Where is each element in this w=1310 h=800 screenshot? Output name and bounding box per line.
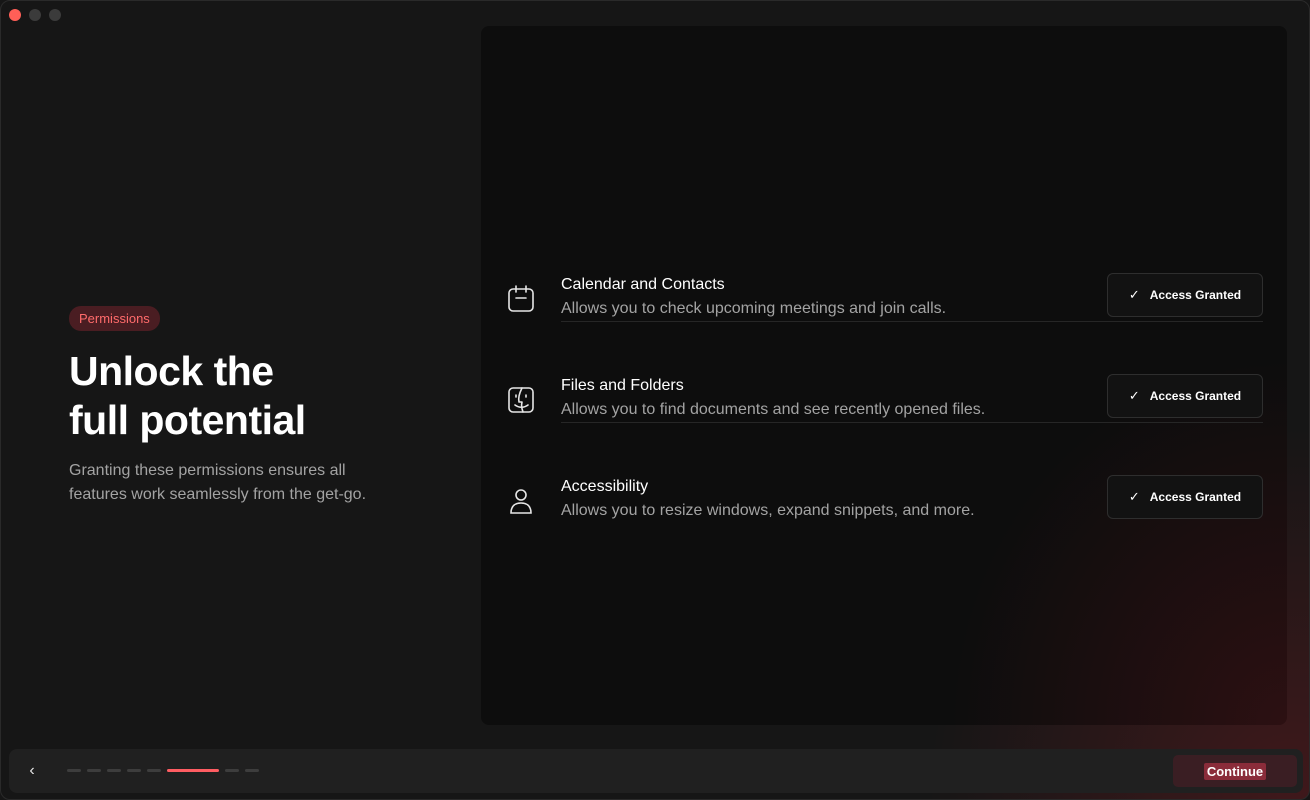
permission-text: Calendar and Contacts Allows you to chec… — [561, 274, 946, 321]
bottom-bar: ‹ Continue — [9, 749, 1303, 793]
person-icon — [505, 485, 537, 517]
progress-step — [147, 769, 161, 772]
permission-description: Allows you to find documents and see rec… — [561, 401, 986, 418]
progress-steps — [67, 769, 259, 772]
permissions-panel: Calendar and Contacts Allows you to chec… — [481, 26, 1287, 725]
continue-button[interactable]: Continue — [1173, 755, 1297, 787]
progress-step — [107, 769, 121, 772]
progress-step — [245, 769, 259, 772]
access-granted-button[interactable]: ✓ Access Granted — [1107, 273, 1263, 317]
permission-text: Files and Folders Allows you to find doc… — [561, 375, 985, 422]
access-status-label: Access Granted — [1149, 389, 1242, 403]
app-window: Permissions Unlock the full potential Gr… — [0, 0, 1310, 800]
maximize-window-button[interactable] — [49, 9, 61, 21]
subtitle-line-2: features work seamlessly from the get-go… — [69, 486, 367, 503]
continue-label: Continue — [1203, 762, 1267, 780]
divider — [561, 422, 1263, 423]
checkmark-icon: ✓ — [1128, 287, 1140, 302]
intro-section: Permissions Unlock the full potential Gr… — [69, 306, 449, 507]
progress-step — [67, 769, 81, 772]
checkmark-icon: ✓ — [1128, 388, 1140, 403]
page-title: Unlock the full potential — [69, 347, 449, 445]
access-granted-button[interactable]: ✓ Access Granted — [1107, 374, 1263, 418]
permission-description: Allows you to resize windows, expand sni… — [561, 502, 975, 519]
progress-step — [87, 769, 101, 772]
subtitle-line-1: Granting these permissions ensures all — [69, 462, 346, 479]
permission-description: Allows you to check upcoming meetings an… — [561, 300, 947, 317]
close-window-button[interactable] — [9, 9, 21, 21]
permission-accessibility: Accessibility Allows you to resize windo… — [481, 455, 1287, 556]
minimize-window-button[interactable] — [29, 9, 41, 21]
divider — [561, 321, 1263, 322]
finder-icon — [505, 384, 537, 416]
progress-step — [127, 769, 141, 772]
page-subtitle: Granting these permissions ensures all f… — [69, 459, 449, 507]
calendar-icon — [505, 283, 537, 315]
chevron-left-icon[interactable]: ‹ — [23, 761, 41, 781]
window-controls — [9, 9, 61, 21]
access-status-label: Access Granted — [1149, 288, 1242, 302]
progress-step-active — [167, 769, 219, 772]
permission-name: Files and Folders — [561, 377, 684, 394]
permissions-badge: Permissions — [69, 306, 160, 331]
permission-calendar: Calendar and Contacts Allows you to chec… — [481, 253, 1287, 354]
permission-files: Files and Folders Allows you to find doc… — [481, 354, 1287, 455]
access-granted-button[interactable]: ✓ Access Granted — [1107, 475, 1263, 519]
title-line-1: Unlock the — [69, 348, 274, 394]
access-status-label: Access Granted — [1149, 490, 1242, 504]
permission-name: Calendar and Contacts — [561, 276, 725, 293]
title-line-2: full potential — [69, 397, 306, 443]
progress-step — [225, 769, 239, 772]
permission-name: Accessibility — [561, 478, 649, 495]
permission-text: Accessibility Allows you to resize windo… — [561, 476, 975, 523]
checkmark-icon: ✓ — [1128, 489, 1140, 504]
